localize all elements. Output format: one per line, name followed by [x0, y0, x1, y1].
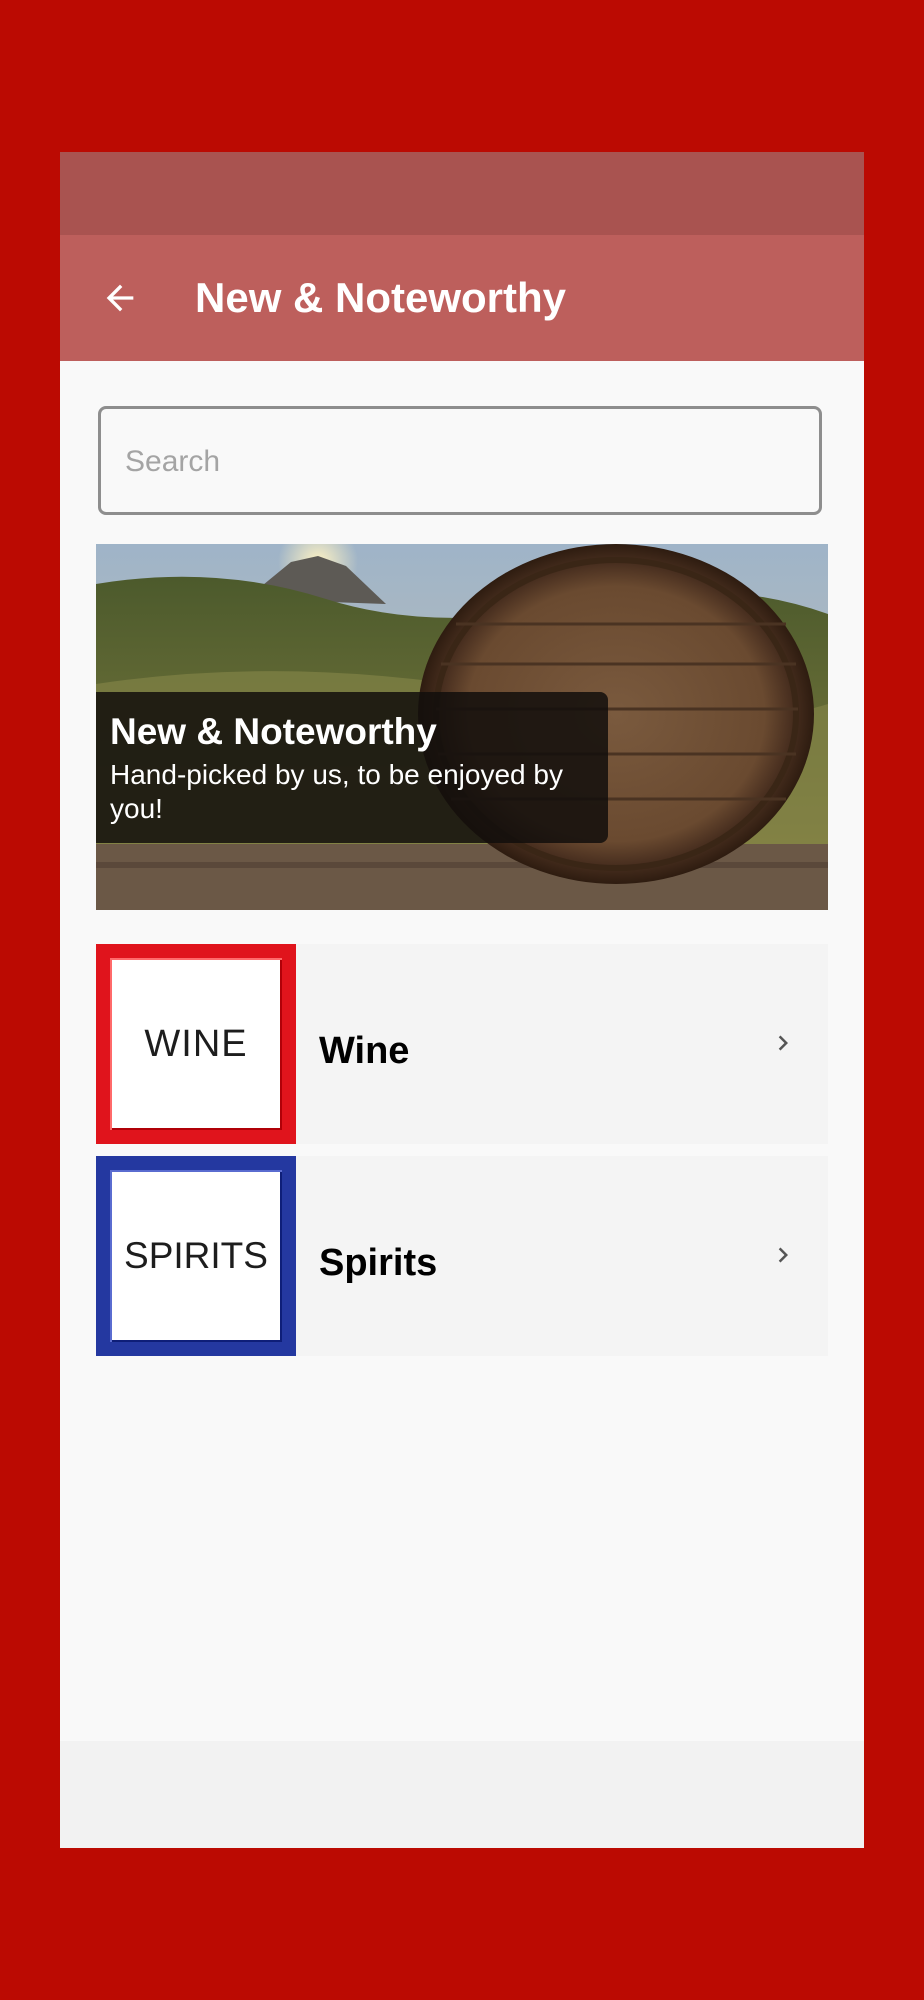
chevron-right-icon	[778, 1247, 788, 1263]
app-bar: New & Noteworthy	[60, 235, 864, 361]
category-label-wine: Wine	[319, 1030, 410, 1072]
category-item-wine[interactable]: WINE Wine	[96, 944, 828, 1144]
arrow-left-icon	[106, 284, 134, 312]
wine-thumbnail: WINE	[96, 944, 296, 1144]
back-button[interactable]	[90, 268, 150, 328]
page-title: New & Noteworthy	[195, 274, 567, 321]
chevron-right-icon	[778, 1035, 788, 1051]
spirits-thumbnail: SPIRITS	[96, 1156, 296, 1356]
banner-caption: New & Noteworthy Hand-picked by us, to b…	[96, 692, 608, 843]
app-screen: New & Noteworthy Search New & Noteworthy…	[60, 152, 864, 1848]
category-item-spirits[interactable]: SPIRITS Spirits	[96, 1156, 828, 1356]
bottom-bar	[60, 1741, 864, 1848]
search-input[interactable]	[123, 409, 797, 514]
category-label-spirits: Spirits	[319, 1242, 438, 1284]
hero-banner[interactable]: New & Noteworthy Hand-picked by us, to b…	[96, 544, 828, 910]
search-field[interactable]	[98, 406, 822, 515]
banner-title: New & Noteworthy	[110, 711, 437, 752]
banner-subtitle: Hand-picked by us, to be enjoyed by you!	[110, 759, 563, 824]
status-bar	[60, 152, 864, 235]
